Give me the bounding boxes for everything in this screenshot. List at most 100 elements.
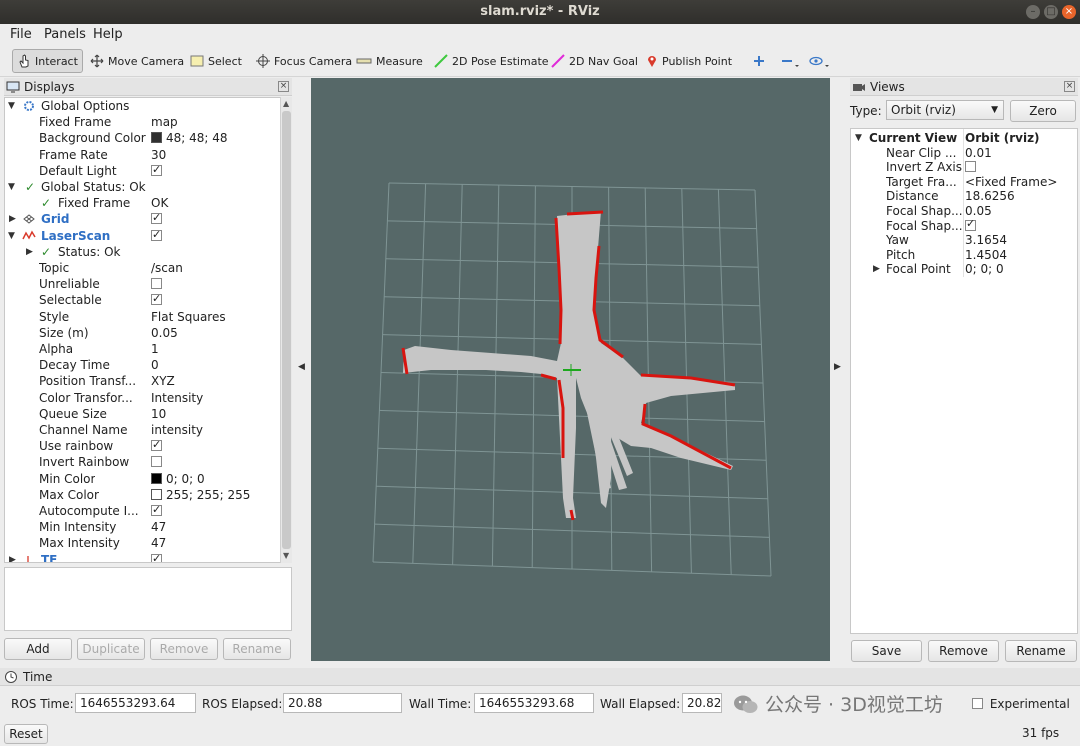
select-tool-button[interactable]: Select (186, 49, 246, 73)
view-type-select[interactable]: Orbit (rviz) ▼ (886, 100, 1004, 120)
tree-row-grid[interactable]: ▶ Grid (5, 210, 285, 227)
view-row-target-frame[interactable]: Target Fra... <Fixed Frame> (851, 175, 1079, 190)
collapse-right-icon[interactable]: ▶ (834, 362, 841, 372)
tree-row-alpha[interactable]: Alpha 1 (5, 341, 285, 357)
displays-scrollbar[interactable]: ▲ ▼ (280, 97, 292, 563)
tree-row-tf[interactable]: ▶ TF (5, 551, 285, 562)
color-swatch (151, 488, 162, 500)
remove-tool-button[interactable] (776, 49, 804, 73)
collapse-left-icon[interactable]: ◀ (298, 362, 305, 372)
interact-tool-button[interactable]: Interact (12, 49, 83, 73)
view-row-focal-shape-size[interactable]: Focal Shap... 0.05 (851, 204, 1079, 219)
tree-row-laserscan[interactable]: ▼ LaserScan (5, 227, 285, 244)
render-view[interactable] (311, 78, 830, 661)
tree-row-background-color[interactable]: Background Color 48; 48; 48 (5, 130, 285, 146)
tree-row-position-transformer[interactable]: Position Transf... XYZ (5, 373, 285, 389)
remove-display-button[interactable]: Remove (150, 638, 218, 660)
wall-time-field[interactable]: 1646553293.68 (474, 693, 594, 713)
move-camera-tool-button[interactable]: Move Camera (86, 49, 188, 73)
scroll-down-icon[interactable]: ▼ (283, 551, 289, 560)
tree-row-autocompute-intensity[interactable]: Autocompute I... (5, 502, 285, 519)
checkbox[interactable] (151, 456, 162, 468)
tree-row-channel-name[interactable]: Channel Name intensity (5, 422, 285, 438)
checkbox[interactable] (151, 291, 162, 307)
checkbox[interactable] (151, 210, 162, 226)
scrollbar-thumb[interactable] (282, 111, 291, 549)
check-icon: ✓ (25, 180, 36, 194)
checkbox[interactable] (151, 162, 162, 178)
ros-time-field[interactable]: 1646553293.64 (75, 693, 196, 713)
zero-button[interactable]: Zero (1010, 100, 1076, 122)
tree-row-unreliable[interactable]: Unreliable (5, 276, 285, 292)
rename-display-button[interactable]: Rename (223, 638, 291, 660)
wall-elapsed-field[interactable]: 20.82 (682, 693, 722, 713)
scroll-up-icon[interactable]: ▲ (283, 99, 289, 108)
ros-elapsed-field[interactable]: 20.88 (283, 693, 402, 713)
tree-row-fixed-frame-status[interactable]: ✓ Fixed Frame OK (5, 195, 285, 211)
checkbox[interactable] (965, 217, 976, 231)
checkbox[interactable] (972, 698, 983, 709)
tree-row-fixed-frame[interactable]: Fixed Frame map (5, 114, 285, 130)
wall-time-label: Wall Time: (409, 697, 472, 711)
view-row-focal-point[interactable]: ▶ Focal Point 0; 0; 0 (851, 262, 1079, 277)
view-row-yaw[interactable]: Yaw 3.1654 (851, 233, 1079, 248)
tree-row-size[interactable]: Size (m) 0.05 (5, 325, 285, 341)
menu-help[interactable]: Help (93, 27, 123, 42)
close-icon[interactable]: × (1062, 5, 1076, 19)
publish-point-tool-button[interactable]: Publish Point (642, 49, 736, 73)
nav-goal-tool-button[interactable]: 2D Nav Goal (547, 49, 642, 73)
view-row-pitch[interactable]: Pitch 1.4504 (851, 248, 1079, 263)
minimize-icon[interactable]: – (1026, 5, 1040, 19)
view-row-distance[interactable]: Distance 18.6256 (851, 189, 1079, 204)
tree-row-min-intensity[interactable]: Min Intensity 47 (5, 519, 285, 535)
checkbox[interactable] (151, 437, 162, 453)
checkbox[interactable] (151, 551, 162, 562)
reset-button[interactable]: Reset (4, 724, 48, 744)
ruler-icon (356, 58, 372, 64)
remove-view-button[interactable]: Remove (928, 640, 999, 662)
view-row-focal-shape-fixed[interactable]: Focal Shap... (851, 217, 1079, 234)
tree-row-status-ok[interactable]: ▶ ✓ Status: Ok (5, 244, 285, 260)
add-tool-button[interactable] (748, 49, 770, 73)
duplicate-display-button[interactable]: Duplicate (77, 638, 145, 660)
pose-estimate-tool-button[interactable]: 2D Pose Estimate (430, 49, 553, 73)
view-menu-button[interactable] (804, 49, 834, 73)
checkbox[interactable] (965, 161, 976, 173)
tree-row-color-transformer[interactable]: Color Transfor... Intensity (5, 390, 285, 406)
clock-icon (5, 670, 17, 683)
tree-row-default-light[interactable]: Default Light (5, 162, 285, 179)
checkbox[interactable] (151, 227, 162, 243)
tree-row-selectable[interactable]: Selectable (5, 291, 285, 308)
add-display-button[interactable]: Add (4, 638, 72, 660)
tree-row-style[interactable]: Style Flat Squares (5, 309, 285, 325)
experimental-checkbox-row[interactable]: Experimental (972, 697, 1070, 711)
checkbox[interactable] (151, 502, 162, 518)
tree-row-global-options[interactable]: ▼ Global Options (5, 98, 285, 114)
tree-row-max-color[interactable]: Max Color 255; 255; 255 (5, 487, 285, 503)
view-row-invert-z[interactable]: Invert Z Axis (851, 160, 1079, 175)
tree-row-max-intensity[interactable]: Max Intensity 47 (5, 535, 285, 551)
tree-row-use-rainbow[interactable]: Use rainbow (5, 437, 285, 454)
save-view-button[interactable]: Save (851, 640, 922, 662)
menu-file[interactable]: File (10, 27, 32, 42)
close-panel-icon[interactable]: × (1064, 81, 1075, 92)
tree-row-queue-size[interactable]: Queue Size 10 (5, 406, 285, 422)
check-icon: ✓ (41, 244, 52, 259)
checkbox[interactable] (151, 278, 162, 290)
tree-row-global-status[interactable]: ▼ ✓ Global Status: Ok (5, 179, 285, 195)
view-row-near-clip[interactable]: Near Clip ... 0.01 (851, 146, 1079, 161)
view-row-current-view[interactable]: ▼ Current View Orbit (rviz) (851, 131, 1079, 146)
tree-row-frame-rate[interactable]: Frame Rate 30 (5, 147, 285, 163)
tree-row-decay-time[interactable]: Decay Time 0 (5, 357, 285, 373)
rename-view-button[interactable]: Rename (1005, 640, 1077, 662)
menu-panels[interactable]: Panels (44, 27, 86, 42)
color-swatch (151, 132, 162, 144)
close-panel-icon[interactable]: × (278, 81, 289, 92)
green-arrow-icon (434, 54, 448, 68)
tree-row-min-color[interactable]: Min Color 0; 0; 0 (5, 471, 285, 487)
maximize-icon[interactable]: □ (1044, 5, 1058, 19)
tree-row-invert-rainbow[interactable]: Invert Rainbow (5, 454, 285, 470)
tree-row-topic[interactable]: Topic /scan (5, 260, 285, 276)
focus-camera-tool-button[interactable]: Focus Camera (252, 49, 356, 73)
measure-tool-button[interactable]: Measure (352, 49, 427, 73)
